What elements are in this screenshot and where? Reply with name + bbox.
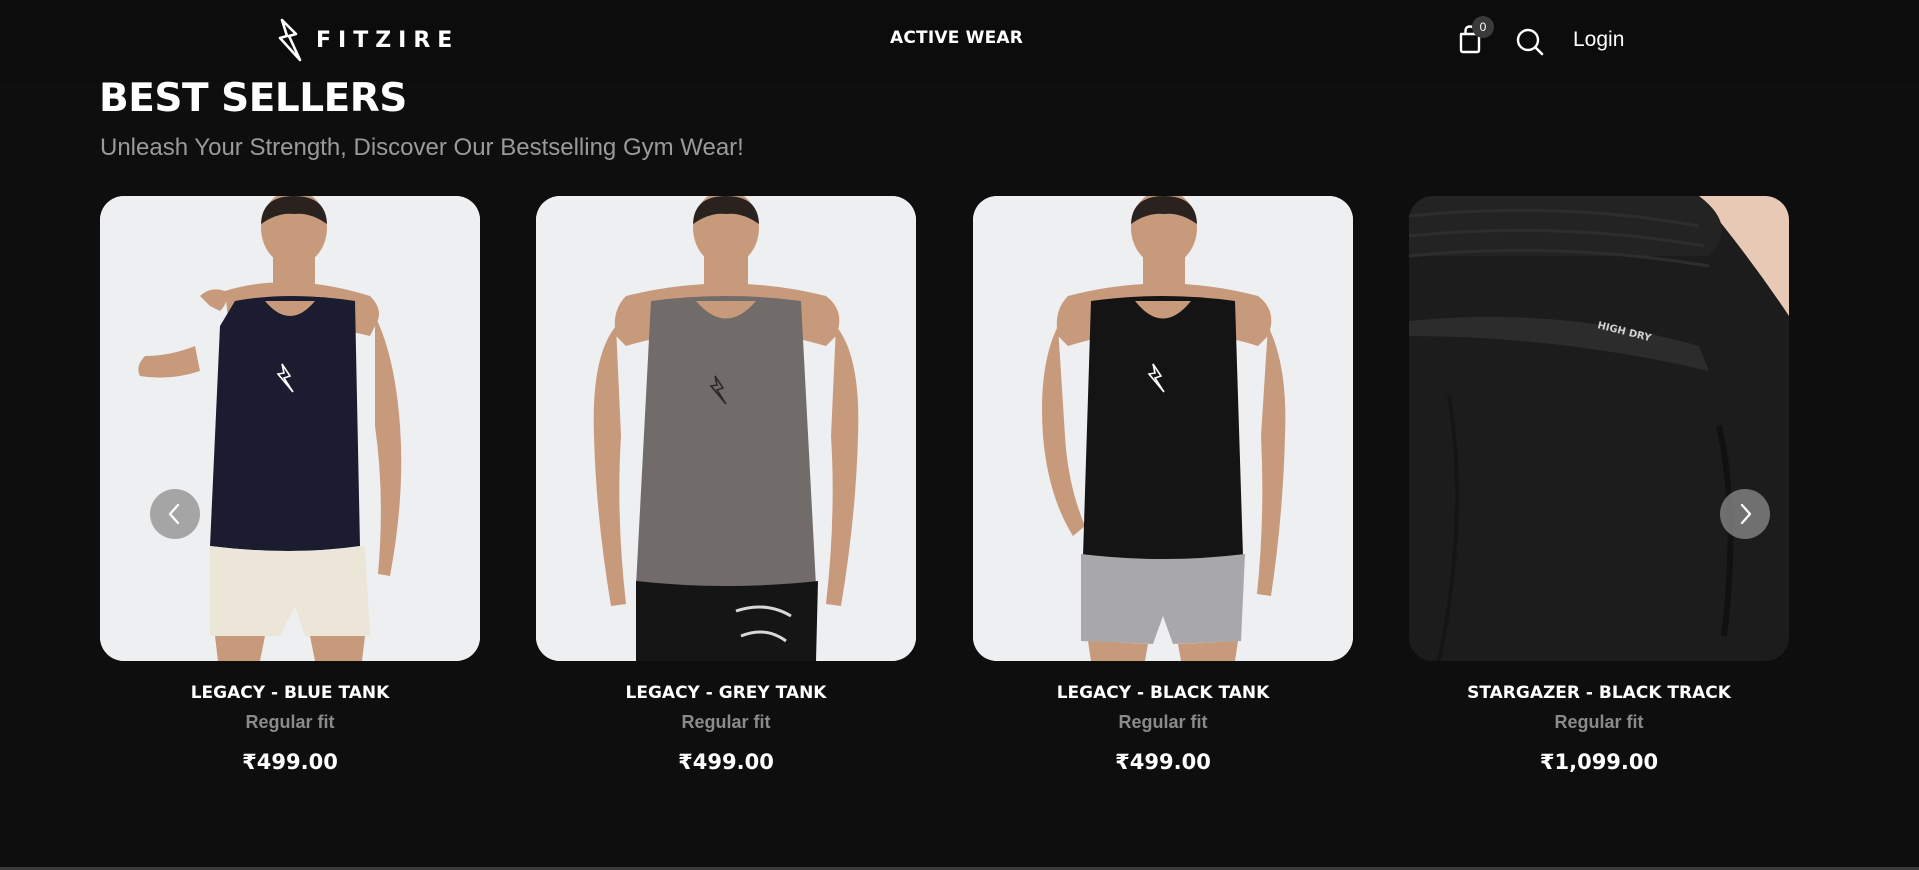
- nav-active-wear[interactable]: ACTIVE WEAR: [890, 28, 1023, 48]
- product-fit: Regular fit: [245, 712, 335, 732]
- product-fit: Regular fit: [1118, 712, 1208, 732]
- product-image[interactable]: [536, 196, 916, 661]
- product-card[interactable]: LEGACY - GREY TANK Regular fit ₹499.00: [536, 196, 916, 796]
- brand-logo[interactable]: FITZIRE: [276, 18, 459, 62]
- section-title: BEST SELLERS: [99, 76, 407, 121]
- product-name[interactable]: LEGACY - GREY TANK: [536, 683, 916, 703]
- product-price: ₹499.00: [1115, 750, 1211, 774]
- login-link[interactable]: Login: [1573, 28, 1624, 52]
- product-fit: Regular fit: [1554, 712, 1644, 732]
- product-name[interactable]: LEGACY - BLACK TANK: [973, 683, 1353, 703]
- product-price: ₹499.00: [678, 750, 774, 774]
- product-image[interactable]: [973, 196, 1353, 661]
- site-header: FITZIRE ACTIVE WEAR 0 Login: [0, 0, 1919, 82]
- chevron-right-icon: [1740, 503, 1752, 525]
- search-icon: [1516, 28, 1544, 56]
- product-image[interactable]: [100, 196, 480, 661]
- product-card[interactable]: LEGACY - BLACK TANK Regular fit ₹499.00: [973, 196, 1353, 796]
- chevron-left-icon: [168, 503, 180, 525]
- carousel-next-button[interactable]: [1720, 489, 1770, 539]
- brand-name: FITZIRE: [316, 27, 460, 53]
- product-image[interactable]: HIGH DRY: [1409, 196, 1789, 661]
- product-fit: Regular fit: [681, 712, 771, 732]
- product-name[interactable]: STARGAZER - BLACK TRACK: [1409, 683, 1789, 703]
- section-subtitle: Unleash Your Strength, Discover Our Best…: [100, 134, 744, 161]
- cart-button[interactable]: 0: [1457, 16, 1494, 56]
- lightning-bolt-icon: [278, 18, 302, 62]
- search-button[interactable]: [1515, 27, 1545, 57]
- product-name[interactable]: LEGACY - BLUE TANK: [100, 683, 480, 703]
- product-price: ₹499.00: [242, 750, 338, 774]
- carousel-prev-button[interactable]: [150, 489, 200, 539]
- cart-count-badge: 0: [1472, 16, 1494, 38]
- product-price: ₹1,099.00: [1539, 750, 1659, 774]
